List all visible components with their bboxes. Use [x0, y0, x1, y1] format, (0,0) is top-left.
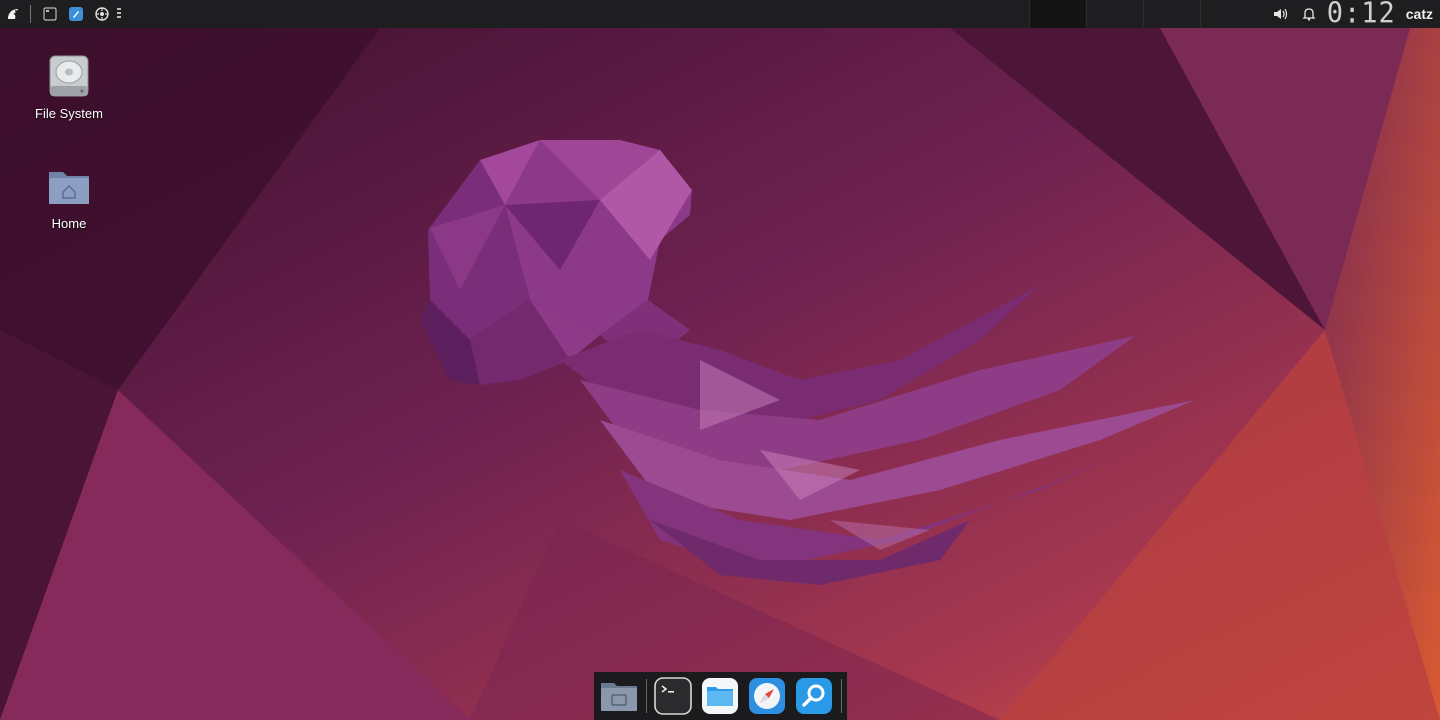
desktop-wallpaper: [0, 0, 1440, 720]
panel-separator: [30, 5, 31, 23]
user-menu[interactable]: catz: [1406, 6, 1440, 22]
volume-icon[interactable]: [1267, 0, 1295, 28]
file-manager-icon[interactable]: [699, 675, 741, 717]
top-panel: 0:12 catz: [0, 0, 1440, 28]
app-launcher-icon[interactable]: [63, 0, 89, 28]
dock: [594, 672, 847, 720]
distro-menu-icon[interactable]: [0, 0, 26, 28]
search-icon[interactable]: [793, 675, 835, 717]
desktop-icon-label: Home: [51, 216, 87, 231]
panel-clock[interactable]: 0:12: [1323, 0, 1406, 29]
desktop-icon-home[interactable]: Home: [14, 162, 124, 231]
dock-separator: [841, 679, 842, 713]
taskbar-slot[interactable]: [1199, 0, 1257, 28]
dock-separator: [646, 679, 647, 713]
web-browser-icon[interactable]: [746, 675, 788, 717]
taskbar-slot[interactable]: [1142, 0, 1200, 28]
drive-icon: [45, 52, 93, 100]
show-desktop-icon[interactable]: [37, 0, 63, 28]
panel-handle[interactable]: [117, 8, 121, 20]
home-folder-icon: [45, 162, 93, 210]
taskbar-slot[interactable]: [1085, 0, 1143, 28]
desktop-icon-label: File System: [35, 106, 103, 121]
taskbar-slot[interactable]: [1028, 0, 1086, 28]
show-desktop-icon[interactable]: [598, 675, 640, 717]
terminal-icon[interactable]: [652, 675, 694, 717]
settings-icon[interactable]: [89, 0, 115, 28]
bell-icon[interactable]: [1295, 0, 1323, 28]
desktop-icon-file-system[interactable]: File System: [14, 52, 124, 121]
